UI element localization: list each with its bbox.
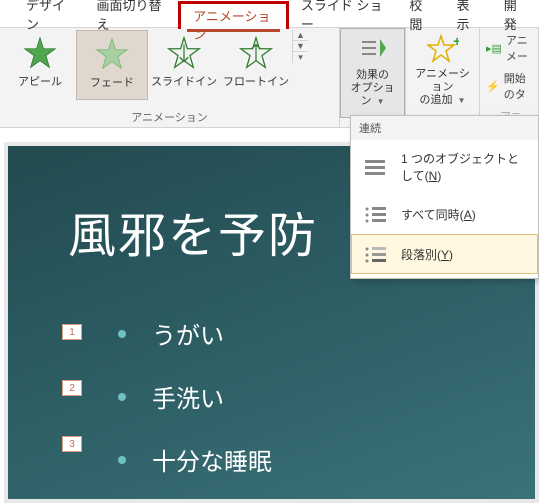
anim-fade-label: フェード	[90, 74, 134, 90]
trigger-button[interactable]: ⚡ 開始のタ	[486, 70, 532, 102]
anim-appeal[interactable]: アピール	[4, 30, 76, 100]
bullet-dot	[118, 456, 126, 464]
anim-floatin[interactable]: フロートイン	[220, 30, 292, 100]
animation-pane-button[interactable]: ▸▤ アニメー	[486, 32, 532, 64]
all-at-once-icon	[363, 204, 391, 224]
bullet-row-2: 手洗い	[118, 379, 272, 414]
bullet-2-text: 手洗い	[152, 379, 224, 414]
option-as-one-object[interactable]: 1 つのオブジェクトとして(N)	[351, 140, 538, 194]
anim-slidein[interactable]: スライドイン	[148, 30, 220, 100]
option-by-paragraph[interactable]: 段落別(Y)	[351, 234, 538, 274]
ribbon: アピール フェード スライドイン フロートイン ▲ ▼ ▾ アニメーション	[0, 28, 539, 128]
pane-icon: ▸▤	[486, 42, 502, 55]
option-all-at-once[interactable]: すべて同時(A)	[351, 194, 538, 234]
gallery-more[interactable]: ▾	[293, 52, 308, 63]
effect-options-label: 効果の オプション ▼	[349, 69, 396, 109]
ribbon-tabs: デザイン 画面切り替え アニメーション スライド ショー 校閲 表示 開発	[0, 0, 539, 28]
bullet-1-text: うがい	[152, 316, 224, 351]
group-label-animation: アニメーション	[4, 108, 335, 127]
gallery-up[interactable]: ▲	[293, 30, 308, 41]
add-animation-icon: +	[427, 34, 459, 64]
tab-animations[interactable]: アニメーション	[178, 1, 289, 29]
anim-floatin-label: フロートイン	[223, 73, 289, 89]
svg-text:+: +	[453, 34, 459, 49]
bullet-row-1: うがい	[118, 316, 272, 351]
anim-appeal-label: アピール	[18, 73, 62, 89]
anim-order-2[interactable]: 2	[62, 380, 82, 396]
slide-bullets[interactable]: うがい 手洗い 十分な睡眠	[118, 316, 272, 499]
side-list: ▸▤ アニメー ⚡ 開始のタ ☆ アニメー	[480, 28, 539, 127]
effect-options-button[interactable]: 効果の オプション ▼	[340, 28, 405, 118]
bullet-row-3: 十分な睡眠	[118, 442, 272, 477]
add-animation-button[interactable]: + アニメーション の追加 ▼	[406, 28, 479, 118]
slide-title[interactable]: 風邪を予防	[68, 196, 318, 266]
effect-options-dropdown: 連続 1 つのオブジェクトとして(N) すべて同時(A) 段落別(Y)	[350, 115, 539, 279]
add-animation-label: アニメーション の追加 ▼	[414, 68, 471, 108]
anim-slidein-label: スライドイン	[151, 73, 217, 89]
as-one-icon	[363, 157, 391, 177]
dropdown-header: 連続	[351, 116, 538, 140]
trigger-icon: ⚡	[486, 80, 500, 93]
gallery-scroll: ▲ ▼ ▾	[292, 30, 308, 63]
anim-order-3[interactable]: 3	[62, 436, 82, 452]
anim-fade[interactable]: フェード	[76, 30, 148, 100]
bullet-3-text: 十分な睡眠	[152, 442, 272, 477]
bullet-dot	[118, 330, 126, 338]
by-paragraph-icon	[363, 244, 391, 264]
effect-options-icon	[358, 35, 388, 65]
bullet-dot	[118, 393, 126, 401]
gallery-down[interactable]: ▼	[293, 41, 308, 52]
anim-order-1[interactable]: 1	[62, 324, 82, 340]
